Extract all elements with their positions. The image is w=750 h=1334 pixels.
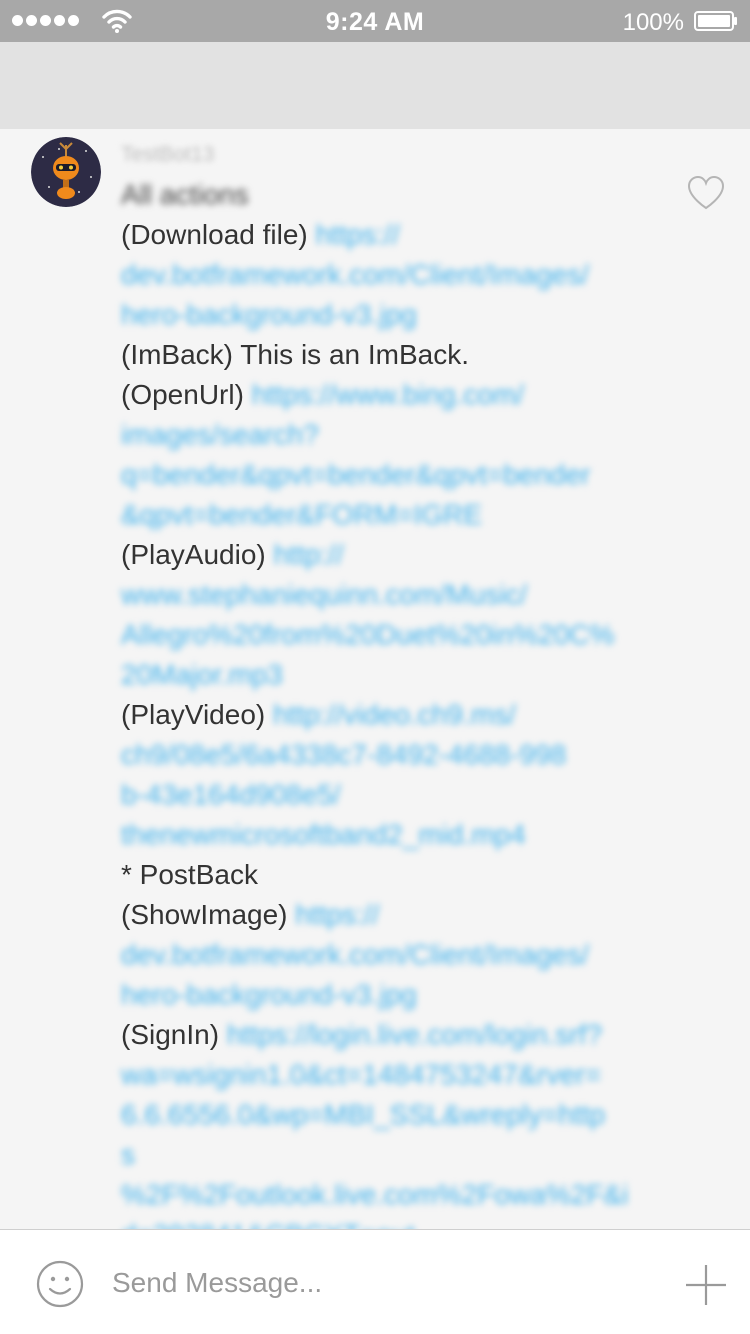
message-line: hero-background-v3.jpg (121, 295, 661, 335)
message-line: dev.botframework.com/Client/Images/ (121, 935, 661, 975)
battery-percent: 100% (622, 9, 684, 36)
action-link[interactable]: &qpvt=bender&FORM=IGRE (121, 499, 482, 530)
message-line: images/search? (121, 415, 661, 455)
message-line: &qpvt=bender&FORM=IGRE (121, 495, 661, 535)
action-link[interactable]: b-43e164d908e5/ (121, 779, 341, 810)
message-line: * PostBack (121, 855, 661, 895)
action-link[interactable]: https:// (295, 899, 379, 930)
action-label: (PlayAudio) (121, 539, 274, 570)
action-label: * PostBack (121, 859, 258, 890)
action-link[interactable]: hero-background-v3.jpg (121, 299, 417, 330)
action-link[interactable]: %2F%2Foutlook.live.com%2Fowa%2F&i (121, 1179, 628, 1210)
action-label: (ImBack) This is an ImBack. (121, 339, 470, 370)
action-label: (ShowImage) (121, 899, 296, 930)
message-line: (PlayVideo) http://video.ch9.ms/ (121, 695, 661, 735)
message-bubble: TestBot13 All actions (Download file) ht… (121, 135, 661, 1229)
smiley-icon[interactable] (35, 1259, 85, 1309)
nav-bar (0, 42, 750, 129)
message-line: (SignIn) https://login.live.com/login.sr… (121, 1015, 661, 1055)
message-line: b-43e164d908e5/ (121, 775, 661, 815)
message-line: (PlayAudio) http:// (121, 535, 661, 575)
action-link[interactable]: 6.6.6556.0&wp=MBI_SSL&wreply=http (121, 1099, 605, 1130)
heart-icon[interactable] (686, 175, 726, 211)
message-input[interactable] (112, 1260, 652, 1306)
action-label: (PlayVideo) (121, 699, 274, 730)
action-link[interactable]: hero-background-v3.jpg (121, 979, 417, 1010)
action-label: (OpenUrl) (121, 379, 252, 410)
bot-name: TestBot13 (121, 143, 215, 166)
bot-avatar[interactable] (31, 137, 101, 207)
input-bar (0, 1229, 750, 1334)
message-line: Allegro%20from%20Duet%20in%20C% (121, 615, 661, 655)
chat-screen: 9:24 AM 100% TestBot13 All actions (Down… (0, 0, 750, 1334)
action-link[interactable]: images/search? (121, 419, 319, 450)
message-line: d=292841&CBCXT=out (121, 1215, 661, 1229)
message-title: All actions (121, 179, 249, 210)
action-link[interactable]: www.stephaniequinn.com/Music/ (121, 579, 527, 610)
message-line: 6.6.6556.0&wp=MBI_SSL&wreply=http (121, 1095, 661, 1135)
plus-icon[interactable] (684, 1263, 728, 1307)
message-list[interactable]: TestBot13 All actions (Download file) ht… (0, 129, 750, 1229)
message-line: 20Major.mp3 (121, 655, 661, 695)
action-label: (Download file) (121, 219, 316, 250)
action-label: (SignIn) (121, 1019, 227, 1050)
status-bar: 9:24 AM 100% (0, 0, 750, 42)
message-line: s (121, 1135, 661, 1175)
message-line: www.stephaniequinn.com/Music/ (121, 575, 661, 615)
action-link[interactable]: dev.botframework.com/Client/Images/ (121, 259, 589, 290)
action-link[interactable]: dev.botframework.com/Client/Images/ (121, 939, 589, 970)
message-line: thenewmicrosoftband2_mid.mp4 (121, 815, 661, 855)
action-link[interactable]: https:// (316, 219, 400, 250)
message-line: %2F%2Foutlook.live.com%2Fowa%2F&i (121, 1175, 661, 1215)
message-line: ch9/08e5/6a4338c7-8492-4688-998 (121, 735, 661, 775)
action-link[interactable]: d=292841&CBCXT=out (121, 1219, 415, 1229)
action-link[interactable]: q=bender&qpvt=bender&qpvt=bender (121, 459, 590, 490)
action-link[interactable]: s (121, 1139, 135, 1170)
action-link[interactable]: https://login.live.com/login.srf? (227, 1019, 602, 1050)
message-line: hero-background-v3.jpg (121, 975, 661, 1015)
message-line: (Download file) https:// (121, 215, 661, 255)
action-link[interactable]: 20Major.mp3 (121, 659, 283, 690)
message-line: (ShowImage) https:// (121, 895, 661, 935)
action-link[interactable]: Allegro%20from%20Duet%20in%20C% (121, 619, 614, 650)
message-body: (Download file) https:// dev.botframework… (121, 215, 661, 1229)
action-link[interactable]: https://www.bing.com/ (252, 379, 524, 410)
action-link[interactable]: http://video.ch9.ms/ (273, 699, 516, 730)
action-link[interactable]: wa=wsignin1.0&ct=1484753247&rver= (121, 1059, 601, 1090)
action-link[interactable]: http:// (274, 539, 344, 570)
action-link[interactable]: ch9/08e5/6a4338c7-8492-4688-998 (121, 739, 566, 770)
message-line: q=bender&qpvt=bender&qpvt=bender (121, 455, 661, 495)
message-line: wa=wsignin1.0&ct=1484753247&rver= (121, 1055, 661, 1095)
message-line: (ImBack) This is an ImBack. (121, 335, 661, 375)
message-line: dev.botframework.com/Client/Images/ (121, 255, 661, 295)
message-line: (OpenUrl) https://www.bing.com/ (121, 375, 661, 415)
battery-icon (694, 11, 737, 31)
action-link[interactable]: thenewmicrosoftband2_mid.mp4 (121, 819, 526, 850)
